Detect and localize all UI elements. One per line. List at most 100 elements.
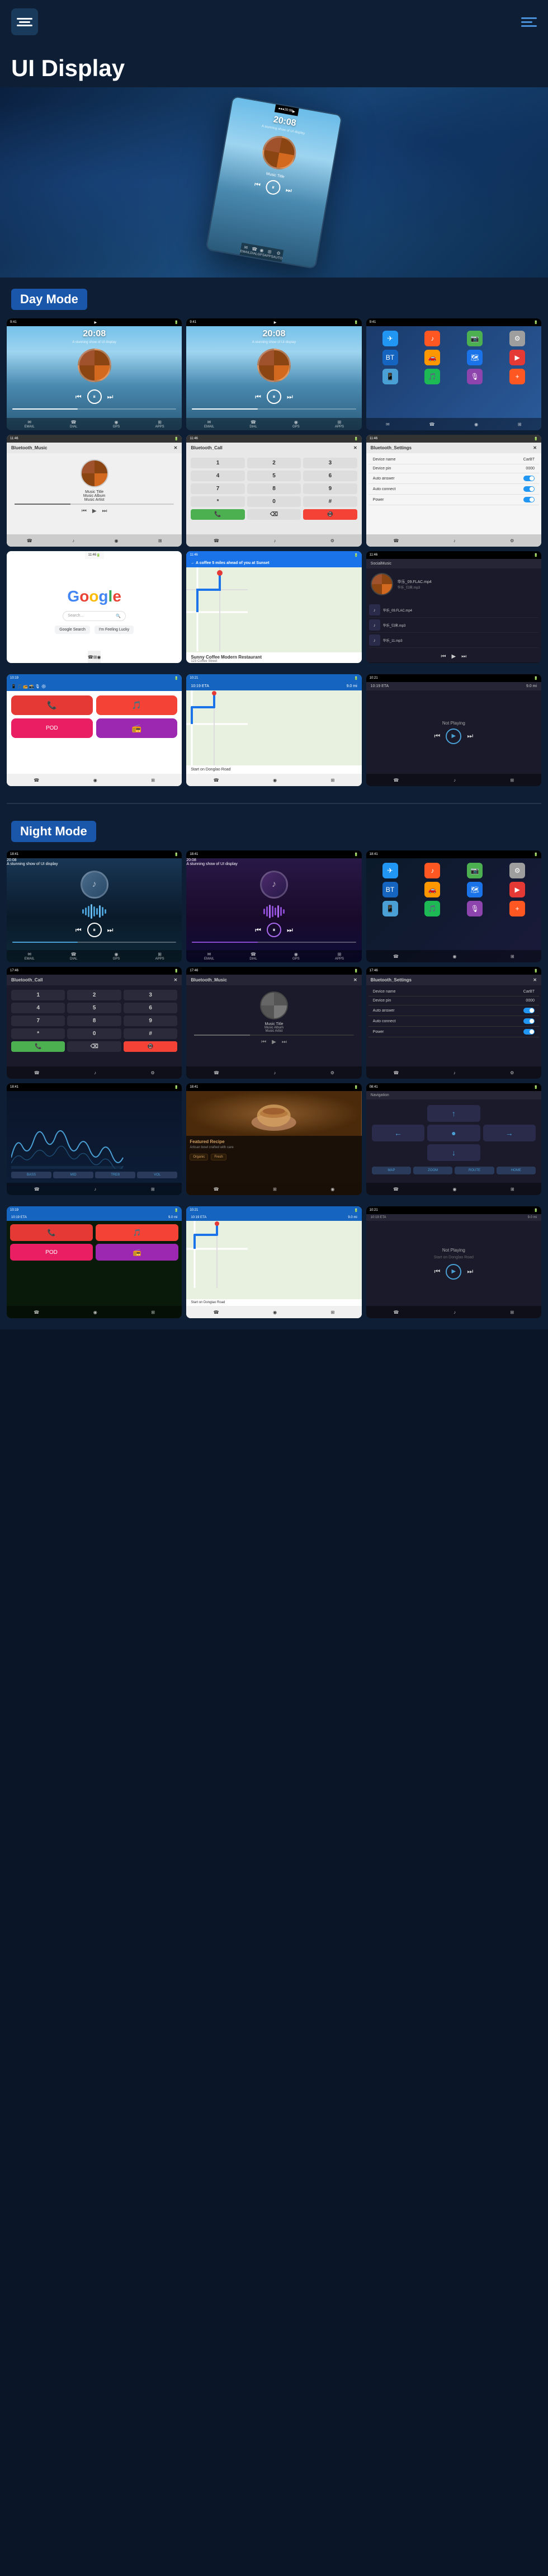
- night-call-btn-hash[interactable]: #: [124, 1028, 177, 1039]
- night-bb-apps-food[interactable]: ⊞: [273, 1187, 277, 1192]
- bt-prev[interactable]: ⏮: [82, 508, 87, 514]
- night-app-more[interactable]: +: [509, 901, 525, 916]
- google-search-btn[interactable]: Google Search: [55, 626, 90, 634]
- bb-gps-google[interactable]: ◉: [97, 655, 101, 660]
- call-btn-3[interactable]: 3: [303, 458, 357, 468]
- call-btn-star[interactable]: *: [191, 496, 244, 507]
- night-app-podcast[interactable]: 🎙: [467, 901, 483, 916]
- bb-dial-2[interactable]: ☎DIAL: [249, 420, 257, 429]
- night-call-btn-2[interactable]: 2: [67, 990, 121, 1000]
- call-btn-6[interactable]: 6: [303, 471, 357, 481]
- social-play[interactable]: ▶: [451, 654, 456, 660]
- bb-gps-bottom-carplay[interactable]: ◉: [93, 1310, 97, 1315]
- bb-apps-google[interactable]: ⊞: [93, 655, 97, 660]
- bt-play[interactable]: ▶: [92, 508, 97, 514]
- call-btn-0[interactable]: 0: [247, 496, 301, 507]
- play-2[interactable]: ⏸: [267, 389, 281, 404]
- carplay-phone[interactable]: 📞: [11, 695, 93, 715]
- app-music[interactable]: ♪: [424, 331, 440, 346]
- bb-phone-bottom-play[interactable]: ☎: [393, 1310, 399, 1315]
- file-item-2[interactable]: ♪ 华乐_归来.mp3: [369, 618, 538, 633]
- night-bb-gps-food[interactable]: ◉: [330, 1187, 334, 1192]
- nav-play-btn[interactable]: ▶: [446, 728, 461, 744]
- night-bb-phone-food[interactable]: ☎: [214, 1187, 219, 1192]
- call-btn-9[interactable]: 9: [303, 483, 357, 494]
- nav-auto[interactable]: ⚙AUTO: [273, 250, 284, 261]
- power-toggle[interactable]: [523, 497, 535, 502]
- night-call-btn-4[interactable]: 4: [11, 1003, 65, 1013]
- night-prev-2[interactable]: ⏮: [255, 926, 261, 934]
- night-call-end[interactable]: 📵: [124, 1041, 177, 1052]
- bb-apps-1[interactable]: ⊞APPS: [155, 420, 164, 429]
- night-bb-music-settings[interactable]: ♪: [453, 1070, 456, 1075]
- night-bb-email-1[interactable]: ✉EMAIL: [25, 952, 35, 961]
- bb-apps-bt[interactable]: ⊞: [158, 538, 162, 543]
- night-bt-music-close[interactable]: ✕: [353, 977, 357, 983]
- bb-apps-nav-music[interactable]: ⊞: [510, 778, 514, 783]
- carplay-music[interactable]: 🎵: [96, 695, 178, 715]
- bb-email-1[interactable]: ✉EMAIL: [25, 420, 35, 429]
- social-next[interactable]: ⏭: [461, 654, 466, 660]
- bb-apps-bottom-carplay[interactable]: ⊞: [151, 1310, 155, 1315]
- night-bb-gps-apps[interactable]: ◉: [452, 954, 456, 959]
- night-bb-settings-bt-call[interactable]: ⚙: [150, 1070, 154, 1075]
- bb-settings-call[interactable]: ⚙: [330, 538, 334, 543]
- eq-treb[interactable]: TREB: [95, 1172, 135, 1178]
- bb-gear-settings[interactable]: ⚙: [510, 538, 514, 543]
- night-bt-settings-close[interactable]: ✕: [533, 977, 537, 983]
- bb-gps-1[interactable]: ◉GPS: [113, 420, 120, 429]
- call-btn-8[interactable]: 8: [247, 483, 301, 494]
- night-app-camera[interactable]: 📷: [467, 863, 483, 878]
- social-prev[interactable]: ⏮: [441, 654, 446, 660]
- bb-email-apps[interactable]: ✉: [386, 422, 390, 427]
- bb-phone-bt[interactable]: ☎: [27, 538, 32, 543]
- auto-answer-toggle[interactable]: [523, 476, 535, 481]
- night-next-1[interactable]: ⏭: [107, 926, 114, 934]
- bb-phone-nav-music[interactable]: ☎: [393, 778, 399, 783]
- bottom-next-btn[interactable]: ⏭: [467, 1267, 473, 1276]
- bt-next[interactable]: ⏭: [102, 508, 107, 514]
- call-btn-4[interactable]: 4: [191, 471, 244, 481]
- night-bb-gps-1[interactable]: ◉GPS: [113, 952, 120, 961]
- night-call-btn-star[interactable]: *: [11, 1028, 65, 1039]
- bb-apps-bottom-map[interactable]: ⊞: [331, 1310, 335, 1315]
- app-phone[interactable]: 📷: [467, 331, 483, 346]
- nav-left-btn[interactable]: ←: [372, 1125, 424, 1141]
- night-power-toggle[interactable]: [523, 1029, 535, 1035]
- nav-down-btn[interactable]: ↓: [427, 1144, 480, 1161]
- carplay-podcast[interactable]: POD: [11, 718, 93, 738]
- night-call-answer[interactable]: 📞: [11, 1041, 65, 1052]
- carplay-more[interactable]: 📻: [96, 718, 178, 738]
- call-end-btn[interactable]: 📵: [303, 509, 357, 520]
- night-call-btn-1[interactable]: 1: [11, 990, 65, 1000]
- bottom-prev-btn[interactable]: ⏮: [434, 1267, 441, 1276]
- file-item-1[interactable]: ♪ 华乐_09.FLAC.mp4: [369, 603, 538, 618]
- bb-apps-bottom-play[interactable]: ⊞: [510, 1310, 514, 1315]
- bb-dial-1[interactable]: ☎DIAL: [70, 420, 77, 429]
- call-btn-7[interactable]: 7: [191, 483, 244, 494]
- night-bb-music-wave[interactable]: ♪: [94, 1187, 96, 1192]
- bb-phone-bottom-map[interactable]: ☎: [214, 1310, 219, 1315]
- night-bb-home-apps[interactable]: ⊞: [511, 954, 514, 959]
- nav-right-btn[interactable]: →: [483, 1125, 536, 1141]
- bottom-app-phone[interactable]: 📞: [10, 1224, 93, 1241]
- prev-icon[interactable]: ⏮: [254, 180, 261, 190]
- night-bb-dial-1[interactable]: ☎DIAL: [70, 952, 77, 961]
- call-btn-hash[interactable]: #: [303, 496, 357, 507]
- night-nav-btn-4[interactable]: HOME: [497, 1167, 536, 1174]
- night-bb-gps-nav[interactable]: ◉: [452, 1187, 456, 1192]
- night-next-2[interactable]: ⏭: [287, 926, 293, 934]
- night-auto-answer-toggle[interactable]: [523, 1008, 535, 1013]
- night-bt-call-close[interactable]: ✕: [174, 977, 178, 983]
- bb-home-apps[interactable]: ⊞: [518, 422, 522, 427]
- call-btn-5[interactable]: 5: [247, 471, 301, 481]
- bb-phone-google[interactable]: ☎: [88, 655, 93, 660]
- bb-music-call[interactable]: ♪: [273, 538, 276, 543]
- night-nav-btn-3[interactable]: ROUTE: [455, 1167, 494, 1174]
- night-app-maps[interactable]: 🗺: [467, 882, 483, 897]
- bb-phone-call[interactable]: ☎: [214, 538, 219, 543]
- play-1[interactable]: ⏸: [87, 389, 102, 404]
- app-maps[interactable]: 🗺: [467, 350, 483, 365]
- google-lucky-btn[interactable]: I'm Feeling Lucky: [95, 626, 134, 634]
- eq-bass[interactable]: BASS: [11, 1172, 51, 1178]
